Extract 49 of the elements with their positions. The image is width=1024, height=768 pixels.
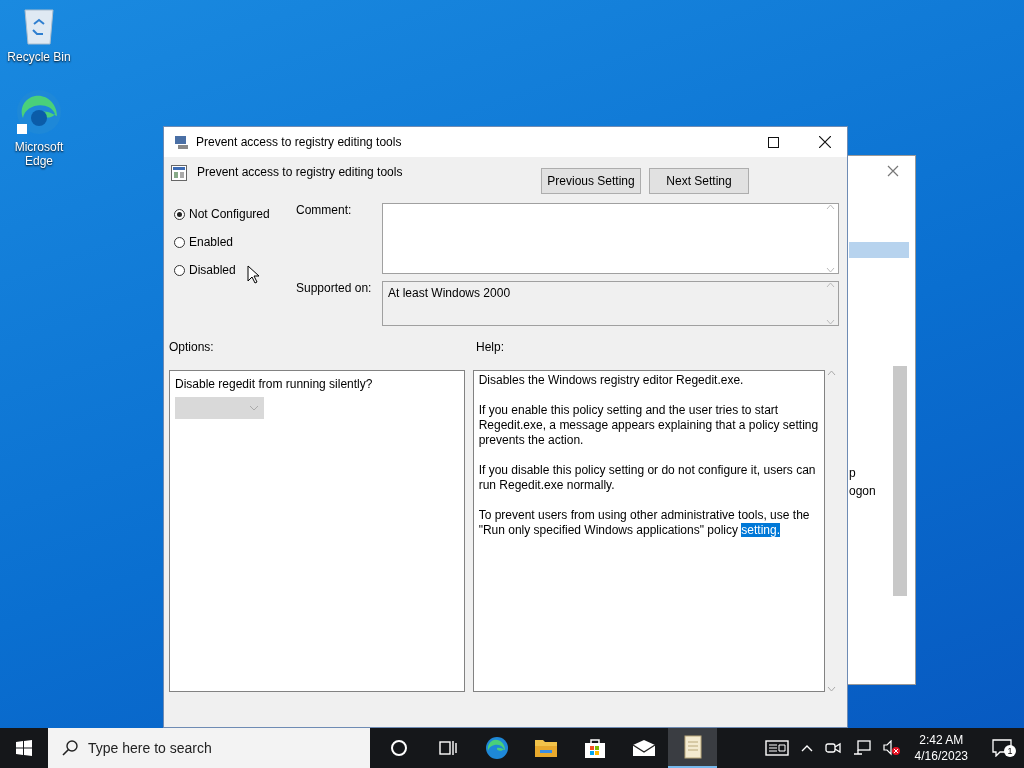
notification-icon[interactable]: [992, 739, 1012, 757]
network-icon[interactable]: [852, 740, 871, 756]
help-label: Help:: [476, 340, 504, 356]
folder-icon[interactable]: [533, 738, 558, 758]
options-label: Options:: [169, 340, 215, 356]
option-label: Disable regedit from running silently?: [175, 377, 373, 391]
setting-nav-button[interactable]: Previous Setting: [541, 168, 641, 194]
search-field[interactable]: Type here to search: [48, 728, 370, 768]
radio-option[interactable]: Not Configured: [174, 205, 296, 223]
document-icon[interactable]: [682, 735, 703, 759]
trash-can-icon[interactable]: [21, 6, 57, 46]
maximize-icon[interactable]: [768, 136, 779, 148]
window-title: Prevent access to registry editing tools: [196, 135, 402, 149]
chevron-up-icon[interactable]: [800, 744, 813, 752]
supported-field: At least Windows 2000: [382, 281, 839, 326]
list-text: ogon: [849, 484, 876, 498]
time-text: 2:42 AM: [919, 732, 964, 748]
radio-option[interactable]: Enabled: [174, 233, 296, 251]
help-paragraph: To prevent users from using other administrative tools, use the "Run only specified Windows applications" policy setting.: [478, 508, 811, 538]
browser-icon[interactable]: [484, 736, 509, 760]
radio-option[interactable]: Disabled: [174, 261, 296, 279]
notification-badge: 1: [1004, 745, 1016, 757]
computer-icon: [174, 134, 190, 150]
browser-icon[interactable]: [15, 88, 63, 136]
muted-speaker-icon[interactable]: [882, 740, 901, 756]
list-text: p: [849, 466, 857, 480]
help-paragraph: Disables the Windows registry editor Regedit.exe.: [478, 373, 745, 388]
setting-nav-button[interactable]: Next Setting: [649, 168, 749, 194]
policy-heading: Prevent access to registry editing tools: [197, 165, 403, 179]
date-text: 4/16/2023: [914, 748, 968, 764]
help-paragraph: If you enable this policy setting and the user tries to start Regedit.exe, a message appears explaining that a policy setting prevents the action.: [478, 403, 820, 448]
clock[interactable]: 2:42 AM 4/16/2023: [914, 732, 968, 764]
comment-label: Comment:: [296, 203, 353, 217]
desktop-icon-label[interactable]: Recycle Bin: [4, 50, 74, 64]
mouse-pointer-icon: [247, 265, 259, 284]
news-icon[interactable]: [764, 740, 789, 756]
envelope-icon[interactable]: [631, 739, 656, 757]
search-icon: [62, 740, 78, 756]
shopping-bag-icon[interactable]: [583, 737, 606, 759]
policy-icon: [171, 165, 187, 181]
task-view-icon[interactable]: [438, 740, 457, 756]
supported-label: Supported on:: [296, 281, 373, 295]
scrollbar[interactable]: [893, 366, 907, 596]
windows-logo-icon[interactable]: [16, 740, 32, 756]
video-camera-icon[interactable]: [824, 741, 841, 755]
help-paragraph: If you disable this policy setting or do not configure it, users can run Regedit.exe normally.: [478, 463, 817, 493]
circle-icon[interactable]: [389, 739, 408, 757]
desktop-icon-label[interactable]: Microsoft Edge: [4, 140, 74, 168]
close-icon[interactable]: [819, 136, 831, 148]
